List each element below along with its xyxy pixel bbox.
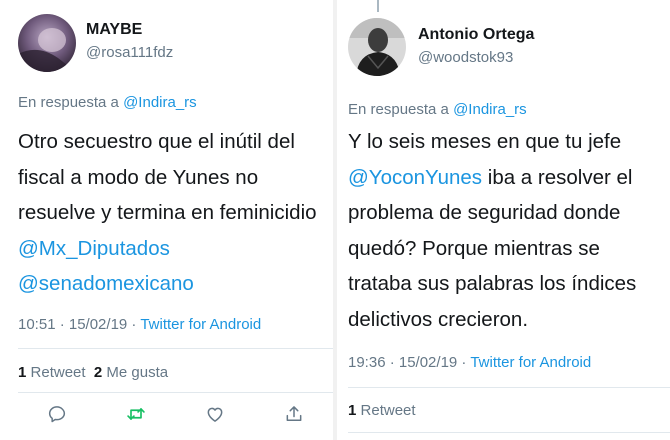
retweet-stat[interactable]: 1 Retweet <box>348 402 416 419</box>
timestamp[interactable]: 19:36 · 15/02/19 · <box>348 354 466 371</box>
divider <box>18 348 333 349</box>
mention-link[interactable]: @senadomexicano <box>18 266 317 302</box>
tweet-text: Y lo seis meses en que tu jefe @YoconYun… <box>348 124 636 337</box>
tweet-source[interactable]: Twitter for Android <box>140 316 261 333</box>
user-handle[interactable]: @woodstok93 <box>418 49 513 66</box>
tweet-source[interactable]: Twitter for Android <box>470 354 591 371</box>
tweet-text-line: @YoconYunes iba a resolver el <box>348 160 636 196</box>
tweet-text-line: Y lo seis meses en que tu jefe <box>348 130 622 153</box>
tweet-text-line: delictivos crecieron. <box>348 307 529 331</box>
reply-button[interactable] <box>45 402 69 426</box>
retweet-stat-label: Retweet <box>360 402 416 419</box>
reply-context: En respuesta a @Indira_rs <box>348 101 527 118</box>
tweet-text-line: problema de seguridad donde <box>348 201 621 224</box>
like-icon <box>207 407 223 422</box>
tweet-text-line: Otro secuestro que el inútil del <box>18 130 295 153</box>
retweet-count: 1 <box>348 402 357 419</box>
user-handle[interactable]: @rosa111fdz <box>86 44 173 61</box>
mention-link[interactable]: @YoconYunes <box>348 166 482 189</box>
display-name[interactable]: MAYBE <box>86 21 142 39</box>
share-button[interactable] <box>282 402 306 426</box>
avatar-image <box>348 18 406 76</box>
like-count: 2 <box>93 364 103 381</box>
display-name[interactable]: Antonio Ortega <box>418 26 534 44</box>
retweet-stat-label: Retweet <box>30 364 86 381</box>
thread-connector <box>377 0 379 12</box>
divider <box>18 392 333 393</box>
tweet-text-fragment: iba a resolver el <box>482 165 633 189</box>
avatar-image <box>18 14 76 72</box>
tweet-text: Otro secuestro que el inútil del fiscal … <box>18 124 317 302</box>
tweet-text-line: quedó? Porque mientras se <box>348 236 600 260</box>
retweet-count: 1 <box>18 364 27 381</box>
reply-prefix: En respuesta a <box>348 101 449 118</box>
like-stat-label: Me gusta <box>106 364 169 381</box>
avatar[interactable] <box>348 18 406 76</box>
tweet-text-line: fiscal a modo de Yunes no <box>18 165 259 189</box>
retweet-icon <box>127 408 145 420</box>
tweet-meta: 10:51 · 15/02/19 · Twitter for Android <box>18 316 261 333</box>
divider <box>348 432 670 433</box>
avatar[interactable] <box>18 14 76 72</box>
retweet-button[interactable] <box>124 402 148 426</box>
tweet-card-right: Antonio Ortega @woodstok93 En respuesta … <box>337 0 670 440</box>
mention-link[interactable]: @Mx_Diputados <box>18 231 317 267</box>
retweet-stat[interactable]: 1 Retweet <box>18 364 86 381</box>
action-bar <box>18 402 333 426</box>
share-icon <box>286 406 302 421</box>
divider <box>348 387 670 388</box>
like-button[interactable] <box>203 402 227 426</box>
reply-mention[interactable]: @Indira_rs <box>453 101 527 118</box>
tweet-text-line: resuelve y termina en feminicidio <box>18 201 317 224</box>
like-stat[interactable]: 2 Me gusta <box>94 364 168 381</box>
tweet-card-left: MAYBE @rosa111fdz En respuesta a @Indira… <box>0 0 333 440</box>
tweet-stats: 1 Retweet <box>348 402 416 419</box>
reply-prefix: En respuesta a <box>18 94 119 111</box>
tweet-text-line: trataba sus palabras los índices <box>348 272 637 295</box>
tweet-meta: 19:36 · 15/02/19 · Twitter for Android <box>348 354 591 371</box>
reply-mention[interactable]: @Indira_rs <box>123 94 197 111</box>
reply-context: En respuesta a @Indira_rs <box>18 94 197 111</box>
timestamp[interactable]: 10:51 · 15/02/19 · <box>18 316 136 333</box>
reply-icon <box>49 406 66 423</box>
tweet-stats: 1 Retweet 2 Me gusta <box>18 364 168 381</box>
